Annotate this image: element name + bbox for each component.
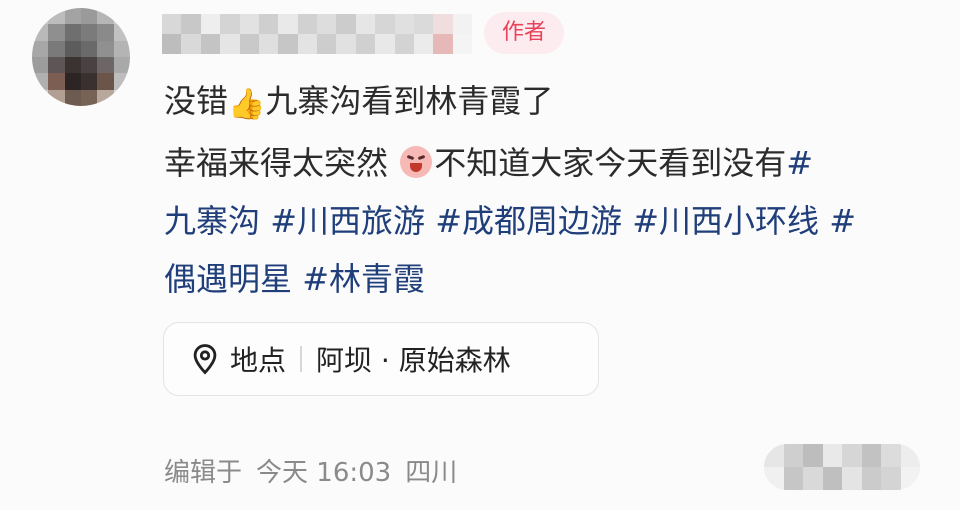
comment-line-4: 偶遇明星 #林青霞 [164, 250, 944, 308]
comment-text: 九寨沟看到林青霞了 [265, 82, 554, 120]
comment-text: 不知道大家今天看到没有 [434, 144, 787, 182]
region: 四川 [405, 458, 458, 488]
username-obscured[interactable] [162, 14, 472, 54]
laughing-face-icon [400, 146, 433, 178]
comment-text: 没错 [164, 82, 229, 120]
location-label: 地点 [230, 344, 287, 377]
hashtag-link[interactable]: # [786, 144, 813, 182]
author-badge: 作者 [484, 12, 565, 54]
comment-line-2: 幸福来得太突然 不知道大家今天看到没有# [164, 134, 944, 192]
reply-button-obscured[interactable] [764, 444, 920, 490]
location-place: 阿坝 · 原始森林 [316, 344, 511, 377]
hashtag-link[interactable]: #林青霞 [302, 260, 425, 298]
comment-meta: 编辑于 今天 16:03 四川 [164, 452, 457, 489]
comment-line-1: 没错👍九寨沟看到林青霞了 [164, 72, 944, 134]
timestamp: 今天 16:03 [256, 458, 392, 488]
edited-label: 编辑于 [164, 458, 243, 488]
avatar[interactable] [32, 8, 130, 106]
comment-line-3: 九寨沟 #川西旅游 #成都周边游 #川西小环线 # [164, 192, 944, 250]
divider [300, 346, 303, 372]
hashtag-link[interactable]: # [829, 202, 856, 240]
thumbs-up-icon: 👍 [228, 87, 266, 122]
location-chip[interactable]: 地点 阿坝 · 原始森林 [163, 322, 599, 396]
hashtag-link[interactable]: #川西小环线 [632, 202, 819, 240]
location-pin-icon [193, 344, 217, 375]
comment-text: 幸福来得太突然 [164, 144, 389, 182]
hashtag-link[interactable]: 九寨沟 [164, 202, 260, 240]
hashtag-link[interactable]: #川西旅游 [270, 202, 425, 240]
hashtag-link[interactable]: 偶遇明星 [164, 260, 292, 298]
comment-view: 作者 没错👍九寨沟看到林青霞了 幸福来得太突然 不知道大家今天看到没有# 九寨沟… [0, 0, 960, 510]
comment-body[interactable]: 没错👍九寨沟看到林青霞了 幸福来得太突然 不知道大家今天看到没有# 九寨沟 #川… [164, 72, 944, 308]
hashtag-link[interactable]: #成都周边游 [435, 202, 622, 240]
